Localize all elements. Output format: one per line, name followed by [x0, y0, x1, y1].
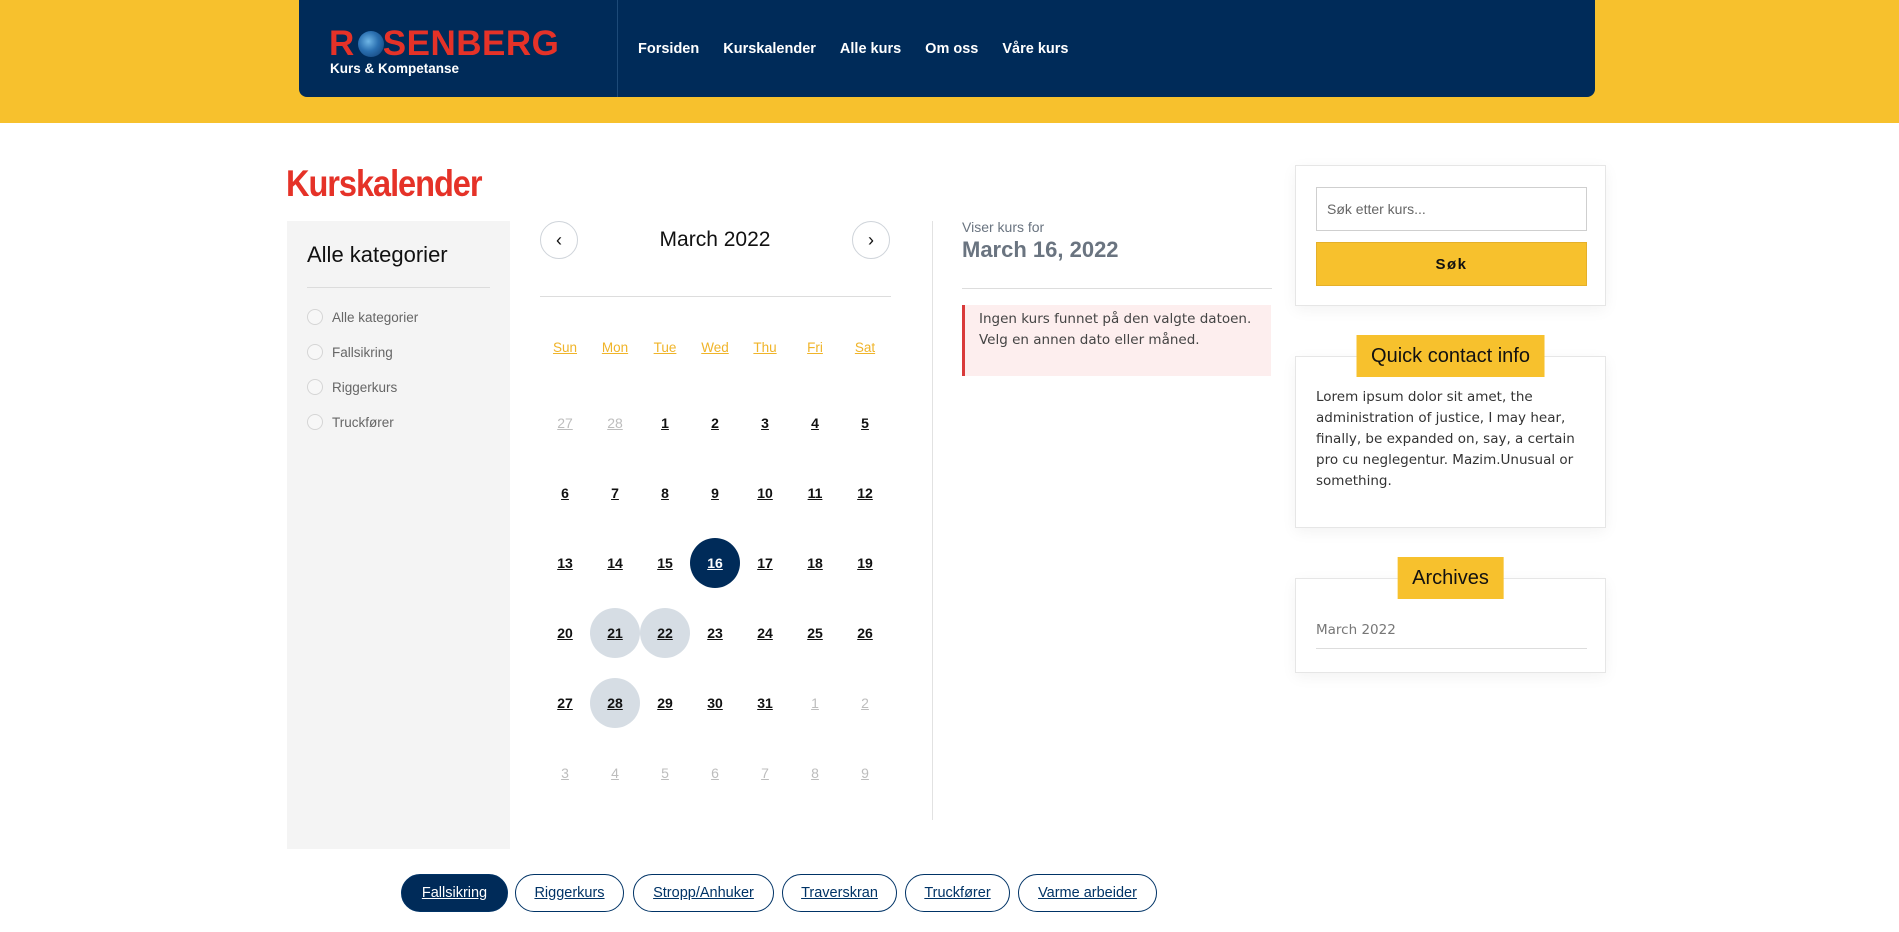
calendar-day[interactable]: 3 [740, 398, 790, 448]
primary-nav: Forsiden Kurskalender Alle kurs Om oss V… [638, 0, 1068, 97]
showing-divider [962, 288, 1272, 289]
search-button[interactable]: Søk [1316, 242, 1587, 286]
category-option-alle[interactable]: Alle kategorier [307, 309, 418, 325]
calendar-day[interactable]: 18 [790, 538, 840, 588]
category-option-truckforer[interactable]: Truckfører [307, 414, 394, 430]
weekday-header: Fri [807, 340, 823, 355]
category-option-riggerkurs[interactable]: Riggerkurs [307, 379, 397, 395]
calendar-day[interactable]: 15 [640, 538, 690, 588]
radio-button[interactable] [307, 344, 323, 360]
calendar-day[interactable]: 19 [840, 538, 890, 588]
category-option-fallsikring[interactable]: Fallsikring [307, 344, 393, 360]
radio-button[interactable] [307, 414, 323, 430]
calendar-day[interactable]: 23 [690, 608, 740, 658]
calendar-day[interactable]: 14 [590, 538, 640, 588]
calendar-day: 7 [761, 765, 769, 781]
calendar-day[interactable]: 24 [740, 608, 790, 658]
search-widget: Søk [1295, 165, 1606, 306]
calendar-day: 5 [661, 765, 669, 781]
category-divider [307, 287, 490, 288]
archives-widget: Archives March 2022 [1295, 557, 1606, 673]
weekday-header: Thu [753, 340, 777, 355]
calendar-day[interactable]: 28 [590, 678, 640, 728]
logo-globe-icon [358, 31, 384, 57]
calendar-day[interactable]: 21 [590, 608, 640, 658]
calendar-day[interactable]: 29 [640, 678, 690, 728]
calendar-vertical-divider [932, 221, 933, 820]
next-month-button[interactable]: › [852, 221, 890, 259]
tag-riggerkurs[interactable]: Riggerkurs [515, 874, 624, 912]
chevron-left-icon: ‹ [556, 229, 562, 250]
nav-alle-kurs[interactable]: Alle kurs [840, 41, 901, 57]
tag-stropp-anhuker[interactable]: Stropp/Anhuker [633, 874, 774, 912]
calendar-day: 9 [861, 765, 869, 781]
showing-label: Viser kurs for [962, 219, 1045, 235]
archives-widget-title: Archives [1397, 557, 1504, 599]
nav-vare-kurs[interactable]: Våre kurs [1002, 41, 1068, 57]
calendar-day[interactable]: 26 [840, 608, 890, 658]
contact-widget-title: Quick contact info [1356, 335, 1545, 377]
showing-date: March 16, 2022 [962, 237, 1119, 262]
calendar-day: 1 [811, 695, 819, 711]
calendar-day[interactable]: 10 [740, 468, 790, 518]
contact-widget: Quick contact info Lorem ipsum dolor sit… [1295, 335, 1606, 528]
calendar-day[interactable]: 27 [540, 678, 590, 728]
calendar-divider [540, 296, 891, 297]
calendar-day[interactable]: 12 [840, 468, 890, 518]
no-courses-alert: Ingen kurs funnet på den valgte datoen. … [962, 305, 1271, 376]
calendar-day[interactable]: 4 [790, 398, 840, 448]
weekday-header: Wed [701, 340, 729, 355]
nav-forsiden[interactable]: Forsiden [638, 41, 699, 57]
calendar-day[interactable]: 6 [540, 468, 590, 518]
calendar-day: 2 [861, 695, 869, 711]
calendar-day: 3 [561, 765, 569, 781]
contact-text: Lorem ipsum dolor sit amet, the administ… [1316, 389, 1575, 489]
calendar-day[interactable]: 25 [790, 608, 840, 658]
calendar-day: 4 [611, 765, 619, 781]
nav-kurskalender[interactable]: Kurskalender [723, 41, 816, 57]
calendar-day[interactable]: 9 [690, 468, 740, 518]
calendar-day[interactable]: 11 [790, 468, 840, 518]
calendar-day[interactable]: 7 [590, 468, 640, 518]
category-filter-title: Alle kategorier [307, 242, 448, 267]
calendar-day[interactable]: 20 [540, 608, 590, 658]
calendar-day[interactable]: 17 [740, 538, 790, 588]
calendar-day[interactable]: 5 [840, 398, 890, 448]
radio-button[interactable] [307, 309, 323, 325]
category-filter-panel: Alle kategorier Alle kategorier Fallsikr… [287, 221, 510, 849]
calendar-month-label: March 2022 [659, 228, 771, 251]
tag-varme-arbeider[interactable]: Varme arbeider [1018, 874, 1157, 912]
calendar-day[interactable]: 1 [640, 398, 690, 448]
site-logo[interactable]: R SENBERG Kurs & Kompetanse [329, 26, 589, 86]
calendar-day[interactable]: 2 [690, 398, 740, 448]
weekday-header: Sat [854, 340, 876, 355]
weekday-header: Mon [601, 340, 629, 355]
calendar-day: 27 [557, 415, 573, 431]
main-navbar: R SENBERG Kurs & Kompetanse Forsiden Kurs… [299, 0, 1595, 97]
nav-om-oss[interactable]: Om oss [925, 41, 978, 57]
tag-fallsikring[interactable]: Fallsikring [401, 874, 508, 912]
logo-tagline: Kurs & Kompetanse [330, 61, 460, 76]
tag-truckforer[interactable]: Truckfører [905, 874, 1010, 912]
chevron-right-icon: › [868, 229, 874, 250]
calendar-day[interactable]: 22 [640, 608, 690, 658]
calendar-day[interactable]: 8 [640, 468, 690, 518]
weekday-header: Sun [552, 340, 578, 355]
search-input[interactable] [1316, 187, 1587, 231]
calendar-day: 8 [811, 765, 819, 781]
calendar-day[interactable]: 31 [740, 678, 790, 728]
calendar-day: 6 [711, 765, 719, 781]
nav-divider [617, 0, 618, 97]
calendar-day[interactable]: 30 [690, 678, 740, 728]
radio-button[interactable] [307, 379, 323, 395]
page-title: Kurskalender [286, 163, 482, 204]
calendar-day: 28 [607, 415, 623, 431]
prev-month-button[interactable]: ‹ [540, 221, 578, 259]
weekday-header: Tue [653, 340, 677, 355]
tag-traverskran[interactable]: Traverskran [782, 874, 897, 912]
archive-link[interactable]: March 2022 [1316, 622, 1587, 649]
calendar-day[interactable]: 16 [690, 538, 740, 588]
calendar-day[interactable]: 13 [540, 538, 590, 588]
